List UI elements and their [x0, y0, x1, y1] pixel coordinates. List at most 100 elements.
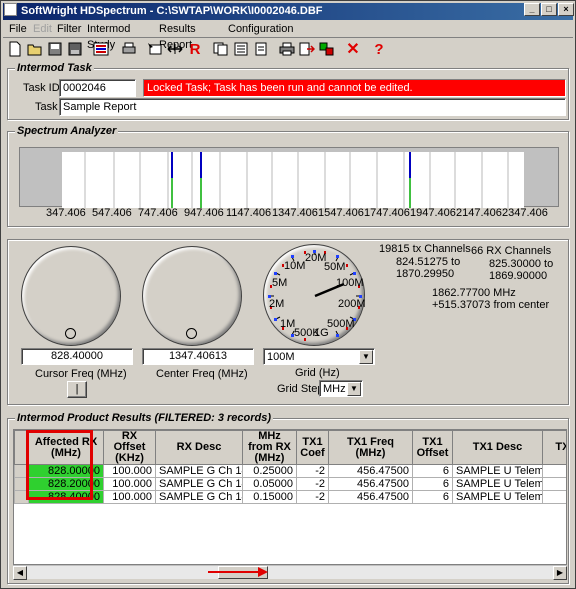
tx2-cell[interactable]	[542, 464, 566, 478]
spectrum-tick-row: 347.406 547.406 747.406 947.406 1147.406…	[19, 207, 559, 221]
table-row[interactable]: 828.00000 100.000 SAMPLE G Ch 147 0.2500…	[14, 464, 566, 478]
grid-select-value: 100M	[267, 351, 295, 363]
center-freq-knob[interactable]	[142, 246, 242, 346]
export-icon[interactable]	[297, 39, 317, 59]
tick-label: 1547.406	[318, 207, 364, 219]
tx1-desc-cell[interactable]: SAMPLE U Telemet	[452, 464, 543, 478]
close-window-button[interactable]: ×	[558, 3, 574, 16]
tx1-offset-cell[interactable]: 6	[412, 490, 453, 504]
tx2-cell[interactable]	[542, 477, 566, 491]
menu-configuration[interactable]: Configuration	[228, 21, 293, 37]
save-icon[interactable]	[45, 39, 65, 59]
table-row[interactable]: 828.40000 100.000 SAMPLE G Ch 149 0.1500…	[14, 490, 566, 504]
rx-desc-cell[interactable]: SAMPLE G Ch 148	[155, 477, 243, 491]
minimize-button[interactable]: _	[524, 3, 540, 16]
maximize-button[interactable]: □	[541, 3, 557, 16]
tx1-freq-cell[interactable]: 456.47500	[328, 477, 413, 491]
task-id-field[interactable]: 0002046	[59, 79, 136, 97]
menu-file[interactable]: File	[9, 21, 27, 37]
tick-label: 1147.406	[226, 207, 272, 219]
cursor-readout-mhz: 1862.77700 MHz	[432, 287, 516, 299]
tx1-coef-cell[interactable]: -2	[296, 464, 329, 478]
tx1-desc-cell[interactable]: SAMPLE U Telemet	[452, 490, 543, 504]
rx-desc-cell[interactable]: SAMPLE G Ch 147	[155, 464, 243, 478]
center-freq-label: Center Freq (MHz)	[156, 368, 248, 380]
cursor-readout-offset: +515.37073 from center	[432, 299, 550, 311]
column-header[interactable]: MHz from RX (MHz)	[242, 430, 297, 465]
knob-indicator	[186, 328, 197, 339]
mhz-from-rx-cell[interactable]: 0.05000	[242, 477, 297, 491]
close-x-icon[interactable]: ✕	[343, 39, 363, 59]
app-icon[interactable]	[4, 3, 17, 16]
tx1-coef-cell[interactable]: -2	[296, 490, 329, 504]
menu-filter[interactable]: Filter	[57, 21, 81, 37]
locked-task-message: Locked Task; Task has been run and canno…	[143, 79, 566, 97]
transfer-icon[interactable]	[317, 39, 337, 59]
rx-offset-cell[interactable]: 100.000	[103, 464, 156, 478]
tx2-cell[interactable]	[542, 490, 566, 504]
document-icon[interactable]	[251, 39, 271, 59]
scroll-left-arrow-icon[interactable]: ◀	[13, 566, 27, 580]
results-table: Affected RX (MHz) RX Offset (KHz) RX Des…	[14, 430, 566, 504]
dial-label: 5M	[272, 277, 288, 289]
new-icon[interactable]	[5, 39, 25, 59]
menu-edit[interactable]: Edit	[33, 21, 52, 37]
grid-step-select[interactable]: MHz ▼	[319, 380, 363, 397]
mhz-from-rx-cell[interactable]: 0.15000	[242, 490, 297, 504]
chevron-down-icon[interactable]: ▼	[347, 382, 361, 396]
cursor-freq-field[interactable]: 828.40000	[21, 348, 133, 365]
column-header[interactable]: TX1 Coef	[296, 430, 329, 465]
rx-desc-cell[interactable]: SAMPLE G Ch 149	[155, 490, 243, 504]
tx1-offset-cell[interactable]: 6	[412, 464, 453, 478]
tx1-desc-cell[interactable]: SAMPLE U Telemet	[452, 477, 543, 491]
save-as-icon[interactable]	[65, 39, 85, 59]
grid-label: Grid (Hz)	[295, 367, 340, 379]
column-header[interactable]: TX2	[542, 430, 566, 465]
cursor-freq-knob[interactable]	[21, 246, 121, 346]
grid-select[interactable]: 100M ▼	[263, 348, 375, 365]
swap-icon[interactable]	[165, 39, 185, 59]
column-header[interactable]: RX Desc	[155, 430, 243, 465]
small-button[interactable]: |	[67, 381, 87, 398]
dial-label: 500K	[294, 327, 320, 339]
rx-range-high: 1869.90000	[489, 270, 548, 282]
rx-offset-cell[interactable]: 100.000	[103, 490, 156, 504]
rx-offset-cell[interactable]: 100.000	[103, 477, 156, 491]
column-header[interactable]: TX1 Freq (MHz)	[328, 430, 413, 465]
title-bar[interactable]: SoftWright HDSpectrum - C:\SWTAP\WORK\I0…	[3, 3, 573, 20]
mhz-from-rx-cell[interactable]: 0.25000	[242, 464, 297, 478]
copy-icon[interactable]	[211, 39, 231, 59]
tick-label: 1347.406	[272, 207, 318, 219]
print-setup-icon[interactable]	[119, 39, 139, 59]
results-table-container: Affected RX (MHz) RX Offset (KHz) RX Des…	[13, 429, 567, 565]
table-row[interactable]: 828.20000 100.000 SAMPLE G Ch 148 0.0500…	[14, 477, 566, 491]
tx1-coef-cell[interactable]: -2	[296, 477, 329, 491]
select-icon[interactable]	[145, 39, 165, 59]
tx1-freq-cell[interactable]: 456.47500	[328, 464, 413, 478]
center-freq-field[interactable]: 1347.40613	[142, 348, 254, 365]
print-icon[interactable]	[277, 39, 297, 59]
tx1-freq-cell[interactable]: 456.47500	[328, 490, 413, 504]
chart-icon[interactable]	[91, 39, 111, 59]
grid-step-label: Grid Step	[277, 383, 324, 395]
open-icon[interactable]	[25, 39, 45, 59]
scroll-right-arrow-icon[interactable]: ▶	[553, 566, 567, 580]
window-title: SoftWright HDSpectrum - C:\SWTAP\WORK\I0…	[21, 5, 323, 17]
column-header[interactable]: TX1 Desc	[452, 430, 543, 465]
column-header[interactable]: RX Offset (KHz)	[103, 430, 156, 465]
spectrum-display[interactable]	[19, 147, 559, 208]
dial-label: 10M	[284, 260, 306, 272]
copy-all-icon[interactable]	[231, 39, 251, 59]
tx1-offset-cell[interactable]: 6	[412, 477, 453, 491]
report-r-icon[interactable]: R	[185, 39, 205, 59]
help-icon[interactable]: ?	[369, 39, 389, 59]
chevron-down-icon[interactable]: ▼	[359, 350, 373, 364]
spectrum-analyzer-title: Spectrum Analyzer	[15, 125, 119, 137]
grid-step-value: MHz	[323, 383, 346, 395]
menu-divider	[3, 37, 573, 38]
column-header[interactable]: TX1 Offset	[412, 430, 453, 465]
task-description-field[interactable]: Sample Report	[59, 98, 566, 116]
application-window: SoftWright HDSpectrum - C:\SWTAP\WORK\I0…	[0, 0, 576, 589]
grid-dial[interactable]: 10M 20M 50M 100M 200M 500M 1G 500K 1M 2M…	[263, 244, 366, 346]
horizontal-scrollbar[interactable]: ◀ ▶	[13, 565, 567, 580]
